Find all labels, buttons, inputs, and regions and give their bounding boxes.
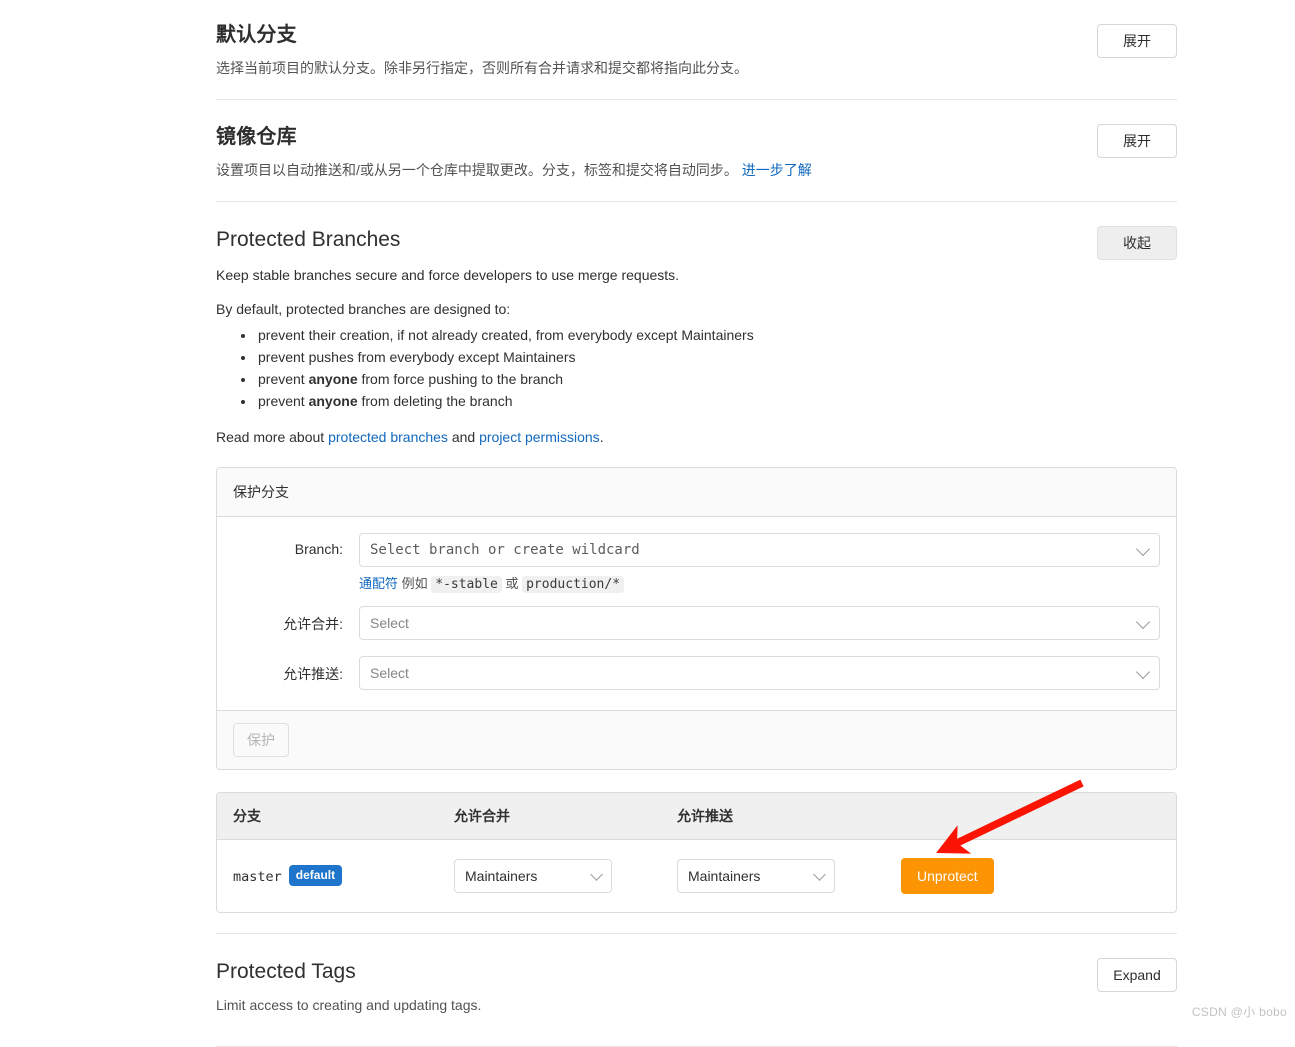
table-cell-branch: master default [233,865,454,886]
protected-branches-bullet-list: prevent their creation, if not already c… [216,325,1177,412]
table-cell-actions: Unprotect [901,857,1160,894]
table-cell-allowed-push: Maintainers [677,858,901,893]
status-badge: default [288,865,343,886]
protected-branches-body: Keep stable branches secure and force de… [216,267,1177,913]
bullet-prefix: prevent [258,392,309,409]
protected-branches-intro: By default, protected branches are desig… [216,301,511,318]
column-header-allowed-merge: 允许合并 [454,807,510,824]
list-item: prevent their creation, if not already c… [256,325,1177,347]
list-item: prevent anyone from deleting the branch [256,391,1177,413]
protect-branch-panel-title: 保护分支 [217,467,1176,517]
read-more-prefix: Read more about [216,428,329,445]
form-row-allowed-push: 允许推送: Select [217,655,1176,690]
bullet-bold: anyone [308,392,358,409]
column-header-allowed-push: 允许推送 [677,807,733,824]
column-header-actions [901,806,1160,826]
list-item: prevent pushes from everybody except Mai… [256,347,1177,369]
branch-field-wrap: Select branch or create wildcard 通配符 例如 … [359,532,1176,593]
mirror-description-text: 设置项目以自动推送和/或从另一个仓库中提取更改。分支，标签和提交将自动同步。 [216,162,738,178]
expand-button-protected-tags[interactable]: Expand [1097,957,1177,992]
hint-text-1: 例如 [398,575,432,591]
chevron-down-icon [1135,664,1151,679]
allowed-merge-label: 允许合并: [283,615,343,632]
branch-select[interactable]: Select branch or create wildcard [359,532,1160,567]
section-description-default-branch: 选择当前项目的默认分支。除非另行指定，否则所有合并请求和提交都将指向此分支。 [216,60,748,76]
section-protected-tags: Protected Tags Limit access to creating … [216,932,1177,1046]
bullet-prefix: prevent their creation, if not already c… [258,327,754,344]
page-title-protected-branches: Protected Branches [216,228,401,251]
protect-branch-panel: 保护分支 Branch: Select branch or create wil… [216,466,1177,770]
page-title-mirror-repository: 镜像仓库 [216,126,297,148]
row-allowed-push-select[interactable]: Maintainers [677,858,835,893]
protect-branch-form: Branch: Select branch or create wildcard… [217,517,1176,710]
form-row-branch: Branch: Select branch or create wildcard… [217,532,1176,593]
row-allowed-merge-value: Maintainers [465,867,538,884]
section-protected-branches: Protected Branches 收起 Keep stable branch… [216,201,1177,933]
hint-code-1: *-stable [431,575,502,593]
read-more-suffix: . [599,428,604,445]
section-mirror-repository: 镜像仓库 设置项目以自动推送和/或从另一个仓库中提取更改。分支，标签和提交将自动… [216,99,1177,201]
allowed-push-select[interactable]: Select [359,655,1160,690]
protect-submit-button[interactable]: 保护 [233,722,289,757]
unprotect-button[interactable]: Unprotect [901,857,994,894]
wildcard-link[interactable]: 通配符 [359,576,398,591]
bullet-bold: anyone [308,370,358,387]
section-description-protected-tags: Limit access to creating and updating ta… [216,996,482,1013]
bullet-suffix: from deleting the branch [357,392,513,409]
table-cell-allowed-merge: Maintainers [454,858,677,893]
bullet-suffix: from force pushing to the branch [357,370,564,387]
page-title-default-branch: 默认分支 [216,24,297,46]
list-item: prevent anyone from force pushing to the… [256,369,1177,391]
table-header-row: 分支 允许合并 允许推送 [217,792,1176,840]
hint-text-2: 或 [501,575,523,591]
allowed-merge-wrap: Select [359,605,1176,640]
protected-branches-lead: Keep stable branches secure and force de… [216,267,680,284]
chevron-down-icon [813,868,826,881]
branch-name: master [233,869,282,886]
table-row: master default Maintainers Maintainers U… [217,840,1176,912]
expand-button-mirror-repository[interactable]: 展开 [1097,124,1177,159]
protected-branches-doc-link[interactable]: protected branches [328,429,448,445]
expand-button-default-branch[interactable]: 展开 [1097,24,1177,59]
chevron-down-icon [590,868,603,881]
branch-field-label: Branch: [294,540,343,557]
allowed-push-select-value: Select [370,664,409,681]
project-permissions-doc-link[interactable]: project permissions [479,429,600,445]
branch-select-value: Select branch or create wildcard [370,541,640,558]
protected-branches-table: 分支 允许合并 允许推送 master default Maintainers [216,791,1177,913]
allowed-merge-select-value: Select [370,614,409,631]
read-more-mid: and [447,428,480,445]
wildcard-hint: 通配符 例如 *-stable 或 production/* [359,573,1160,593]
form-row-allowed-merge: 允许合并: Select [217,605,1176,640]
row-allowed-push-value: Maintainers [688,867,761,884]
page-title-protected-tags: Protected Tags [216,959,356,983]
section-default-branch: 默认分支 选择当前项目的默认分支。除非另行指定，否则所有合并请求和提交都将指向此… [216,0,1177,99]
hint-code-2: production/* [522,575,625,593]
settings-page: 默认分支 选择当前项目的默认分支。除非另行指定，否则所有合并请求和提交都将指向此… [216,0,1177,1047]
read-more-paragraph: Read more about protected branches and p… [216,429,1177,445]
row-allowed-merge-select[interactable]: Maintainers [454,858,612,893]
chevron-down-icon [1135,541,1151,556]
bullet-prefix: prevent [258,370,309,387]
collapse-button-protected-branches[interactable]: 收起 [1097,226,1177,261]
column-header-branch: 分支 [233,807,261,824]
protect-branch-panel-footer: 保护 [217,709,1176,769]
section-description-mirror-repository: 设置项目以自动推送和/或从另一个仓库中提取更改。分支，标签和提交将自动同步。 进… [216,160,1177,181]
allowed-push-wrap: Select [359,655,1176,690]
csdn-watermark: CSDN @小 bobo [1191,1005,1287,1019]
learn-more-link[interactable]: 进一步了解 [742,162,812,178]
chevron-down-icon [1135,614,1151,629]
allowed-push-label: 允许推送: [283,665,343,682]
allowed-merge-select[interactable]: Select [359,605,1160,640]
bullet-prefix: prevent pushes from everybody except Mai… [258,349,576,366]
